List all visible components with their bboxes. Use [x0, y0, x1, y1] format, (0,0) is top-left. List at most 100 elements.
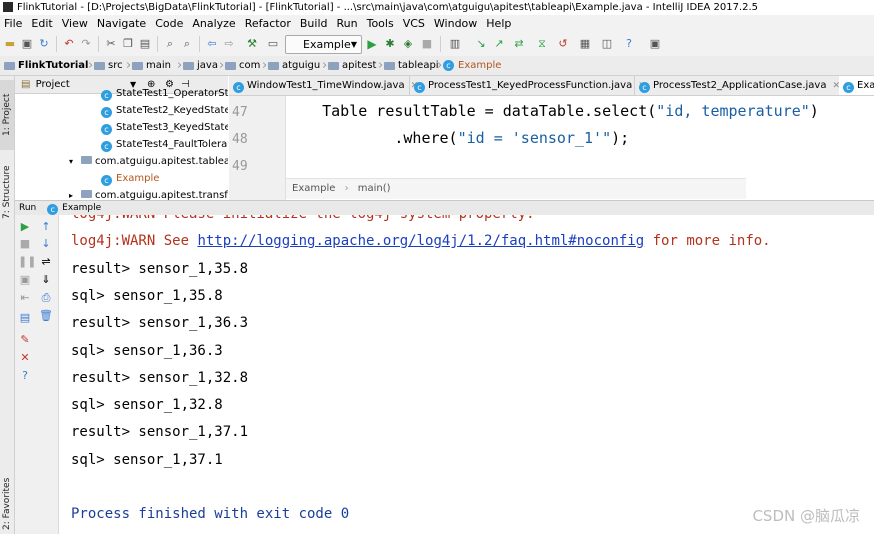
help-icon[interactable]: ?	[18, 369, 32, 383]
run-console[interactable]: log4j:WARN Please initialize the log4j s…	[59, 215, 874, 534]
code-line: .where("id = 'sensor_1'");	[286, 129, 630, 147]
menu-refactor[interactable]: Refactor	[243, 15, 293, 32]
tree-item[interactable]: c Example	[101, 171, 159, 187]
tree-item[interactable]: cStateTest1_OperatorState	[101, 86, 228, 102]
menu-help[interactable]: Help	[484, 15, 513, 32]
menu-file[interactable]: File	[2, 15, 24, 32]
breadcrumb-main[interactable]: main	[132, 56, 171, 75]
restore-layout-icon[interactable]: ▤	[18, 311, 32, 325]
run-toolbar: ▶ ■ ❚❚ ▣ ⇤ ▤ ✎ ✕ ? ↑ ↓ ⇌ ⇓ ⎙ 🗑	[15, 215, 59, 534]
close-icon[interactable]: ✕	[18, 351, 32, 365]
sdk-icon[interactable]: ◫	[600, 37, 614, 51]
tree-item[interactable]: cStateTest3_KeyedStateApplicationCase	[101, 120, 228, 136]
breadcrumb-atguigu[interactable]: atguigu	[268, 56, 320, 75]
vcs-history-icon[interactable]: ⧖	[535, 37, 549, 51]
terminal-icon[interactable]: ▣	[648, 37, 662, 51]
menu-edit[interactable]: Edit	[29, 15, 54, 32]
run-tab-example[interactable]: Example	[62, 203, 101, 213]
breadcrumb-java[interactable]: java	[183, 56, 218, 75]
redo-icon[interactable]: ↷	[79, 37, 93, 51]
class-icon: c	[843, 82, 854, 93]
help-icon[interactable]: ?	[622, 37, 636, 51]
trash-icon[interactable]: 🗑	[39, 309, 53, 323]
menu-tools[interactable]: Tools	[365, 15, 396, 32]
tab-processtest2[interactable]: c ProcessTest2_ApplicationCase.java ✕	[635, 76, 840, 95]
project-structure-icon[interactable]: ▦	[578, 37, 592, 51]
arrow-up-icon[interactable]: ↑	[39, 220, 53, 234]
editor-crumb-class[interactable]: Example	[292, 183, 335, 194]
soft-wrap-icon[interactable]: ⇌	[39, 255, 53, 269]
open-icon[interactable]: ▬	[3, 37, 17, 51]
menu-run[interactable]: Run	[335, 15, 360, 32]
coverage-icon[interactable]: ◈	[401, 37, 415, 51]
vcs-commit-icon[interactable]: ↗	[492, 37, 506, 51]
vcs-revert-icon[interactable]: ↺	[556, 37, 570, 51]
folder-icon	[183, 61, 194, 70]
menu-build[interactable]: Build	[298, 15, 330, 32]
stop-icon[interactable]: ■	[18, 237, 32, 251]
menu-view[interactable]: View	[60, 15, 90, 32]
undo-icon[interactable]: ↶	[62, 37, 76, 51]
code-editor[interactable]: 47 48 49 Table resultTable = dataTable.s…	[229, 96, 874, 200]
class-icon: c	[101, 107, 112, 118]
class-icon: c	[47, 204, 59, 215]
breadcrumb-com[interactable]: com	[225, 56, 260, 75]
back-icon[interactable]: ⇦	[205, 37, 219, 51]
copy-icon[interactable]: ❐	[121, 37, 135, 51]
title-bar: FlinkTutorial - [D:\Projects\BigData\Fli…	[0, 0, 874, 15]
folder-icon	[225, 61, 236, 70]
expand-arrow-icon[interactable]: ▾	[69, 157, 73, 166]
menu-window[interactable]: Window	[432, 15, 479, 32]
arrow-down-icon[interactable]: ↓	[39, 237, 53, 251]
project-tool-tab[interactable]: 1: Project	[0, 80, 14, 150]
debug-icon[interactable]: ✱	[383, 37, 397, 51]
breadcrumb-project[interactable]: FlinkTutorial	[4, 56, 88, 75]
paste-icon[interactable]: ▤	[138, 37, 152, 51]
vcs-compare-icon[interactable]: ⇄	[512, 37, 526, 51]
stop-icon[interactable]: ■	[420, 37, 434, 51]
save-icon[interactable]: ▣	[20, 37, 34, 51]
menu-code[interactable]: Code	[153, 15, 185, 32]
breadcrumb-src[interactable]: src	[94, 56, 123, 75]
print-icon[interactable]: ⎙	[39, 291, 53, 305]
tab-windowtest1[interactable]: cWindowTest1_TimeWindow.java✕	[229, 76, 418, 95]
sync-icon[interactable]: ↻	[37, 37, 51, 51]
run-panel-label: Run	[19, 203, 37, 213]
replace-icon[interactable]: ⌕	[180, 37, 194, 51]
log4j-faq-link[interactable]: http://logging.apache.org/log4j/1.2/faq.…	[197, 233, 644, 249]
build-icon[interactable]: ⚒	[245, 37, 259, 51]
class-icon: c	[443, 60, 454, 71]
project-panel-title[interactable]: Project	[36, 79, 70, 90]
tree-item-package[interactable]: ▸com.atguigu.apitest.transform	[69, 188, 228, 200]
exit-icon[interactable]: ⇤	[18, 291, 32, 305]
scroll-to-end-icon[interactable]: ⇓	[39, 273, 53, 287]
breadcrumb-tableapi[interactable]: tableapi	[384, 56, 439, 75]
forward-icon[interactable]: ⇨	[222, 37, 236, 51]
menu-analyze[interactable]: Analyze	[190, 15, 237, 32]
menu-vcs[interactable]: VCS	[401, 15, 427, 32]
dump-threads-icon[interactable]: ▣	[18, 273, 32, 287]
rerun-icon[interactable]: ▶	[18, 220, 32, 234]
run-icon[interactable]: ▶	[365, 37, 379, 51]
structure-tool-tab[interactable]: 7: Structure	[0, 154, 14, 230]
menu-navigate[interactable]: Navigate	[95, 15, 148, 32]
tree-item[interactable]: c StateTest2_KeyedState	[101, 103, 228, 119]
cut-icon[interactable]: ✂	[104, 37, 118, 51]
tree-item-package[interactable]: ▾ com.atguigu.apitest.tableapi	[69, 154, 228, 170]
pause-icon[interactable]: ❚❚	[18, 255, 36, 269]
find-icon[interactable]: ⌕	[163, 37, 177, 51]
project-panel: ▤ Project ▼ ⊕ ⚙ ⊣ c StateTest1_OperatorSt…	[15, 76, 228, 200]
tab-processtest1[interactable]: cProcessTest1_KeyedProcessFunction.java✕	[410, 76, 646, 95]
vcs-update-icon[interactable]: ↘	[474, 37, 488, 51]
pin-icon[interactable]: ✎	[18, 333, 32, 347]
folder-icon	[384, 61, 395, 70]
tree-item[interactable]: cStateTest4_FaultTolerance	[101, 137, 228, 153]
editor-crumb-method[interactable]: main()	[358, 183, 391, 194]
expand-arrow-icon[interactable]: ▸	[69, 191, 73, 200]
tab-example[interactable]: c Exa	[839, 76, 874, 95]
breadcrumb-apitest[interactable]: apitest	[328, 56, 376, 75]
favorites-tool-tab[interactable]: 2: Favorites	[0, 474, 14, 534]
layout-icon[interactable]: ▥	[448, 37, 462, 51]
breadcrumb-example[interactable]: c Example	[443, 56, 501, 75]
run-configuration-dropdown[interactable]: Example ▼	[285, 35, 362, 54]
